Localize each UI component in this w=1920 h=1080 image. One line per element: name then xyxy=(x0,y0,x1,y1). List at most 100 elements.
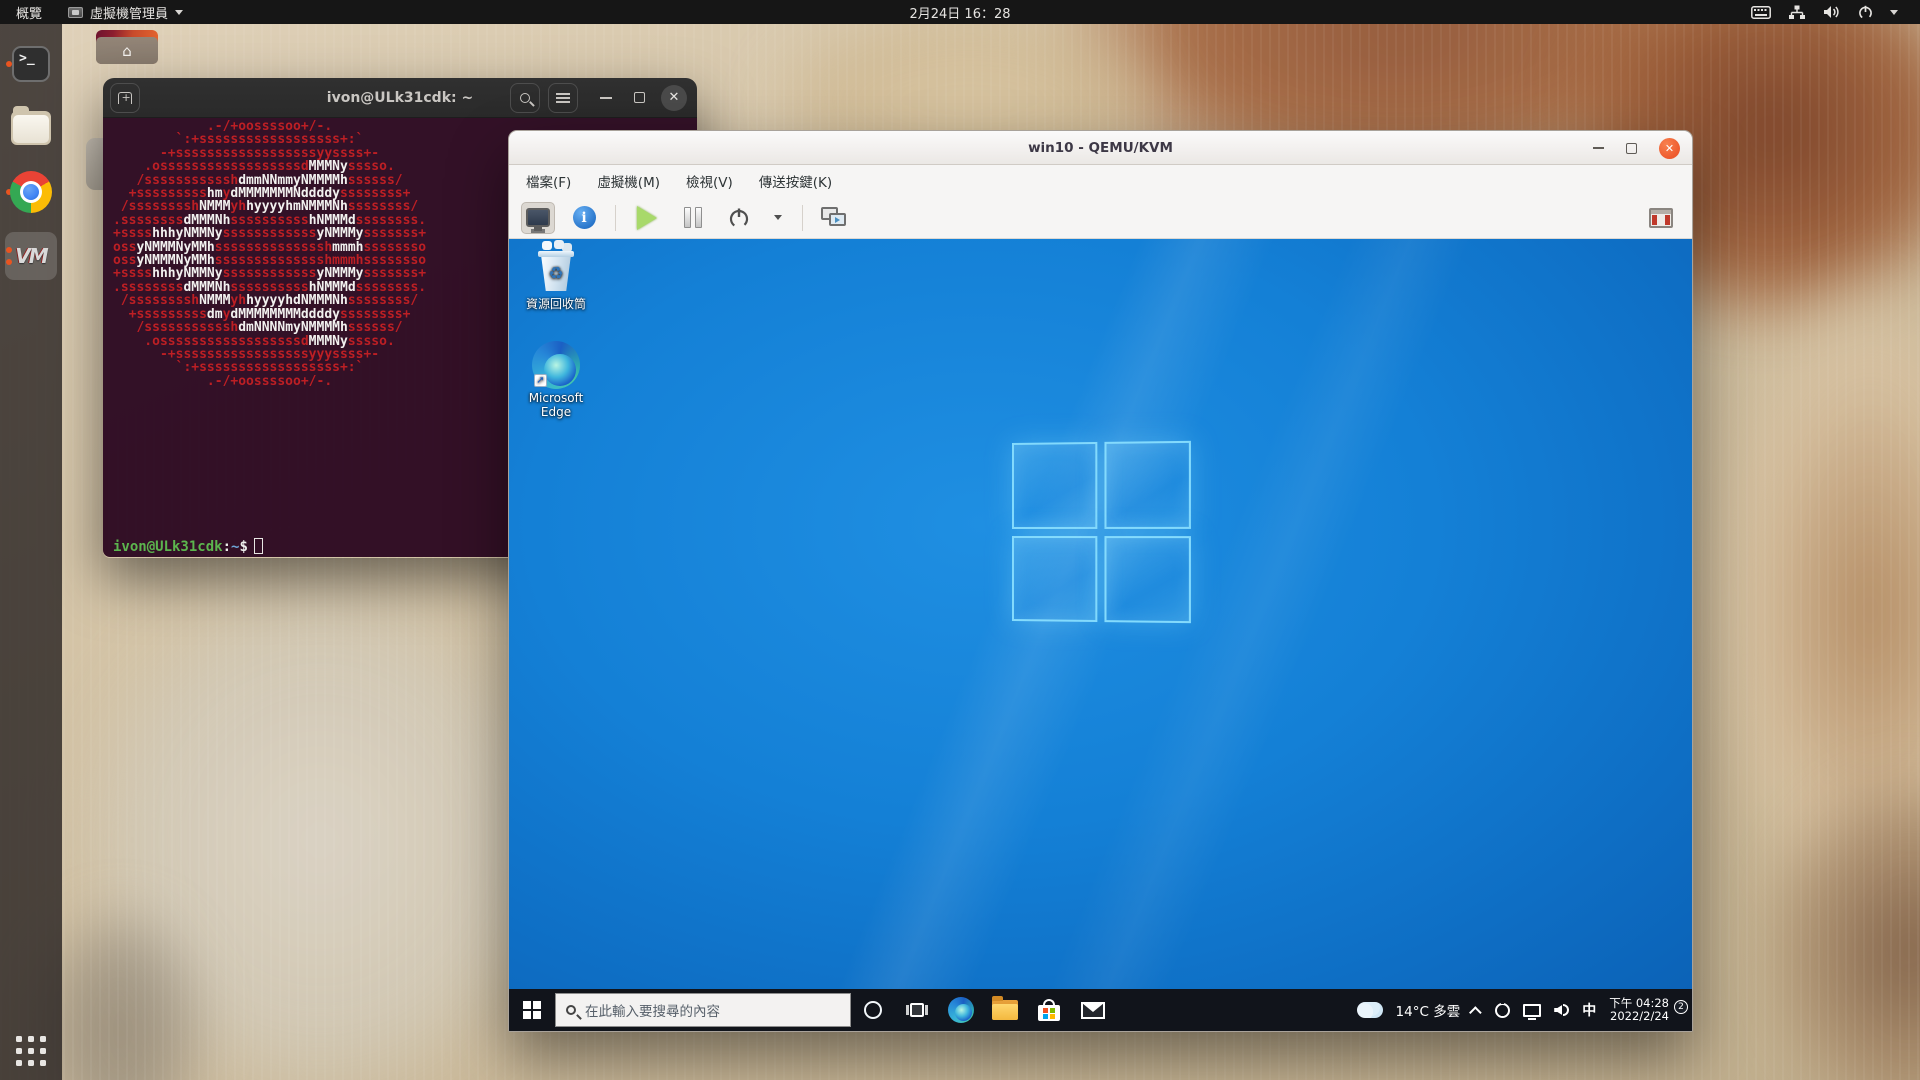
virt-manager-logo-icon: VM xyxy=(15,244,46,268)
network-icon[interactable] xyxy=(1788,5,1806,20)
home-folder-desktop-icon[interactable]: ⌂ xyxy=(96,30,158,64)
ubuntu-dock: >_ VM xyxy=(0,24,62,1080)
console-monitor-icon xyxy=(526,208,550,227)
toolbar-separator xyxy=(615,205,616,231)
power-icon[interactable] xyxy=(1858,5,1873,20)
taskbar-search-input[interactable]: 在此輸入要搜尋的內容 xyxy=(555,993,851,1027)
close-icon: ✕ xyxy=(1665,142,1674,155)
windows-taskbar: 在此輸入要搜尋的內容 14°C 多雲 中 下午 04:282022/2/24 xyxy=(509,989,1692,1031)
wallpaper-shape xyxy=(1700,260,1920,960)
minimize-button[interactable] xyxy=(600,97,612,99)
virt-manager-icon xyxy=(68,7,83,18)
ime-indicator[interactable]: 中 xyxy=(1582,1000,1596,1020)
qemu-titlebar[interactable]: win10 - QEMU/KVM ✕ xyxy=(509,131,1692,165)
task-view-button[interactable] xyxy=(895,989,939,1031)
volume-status-icon[interactable] xyxy=(1554,1004,1569,1016)
wallpaper-shape xyxy=(60,560,580,1080)
update-status-icon[interactable] xyxy=(1495,1003,1510,1018)
qemu-menu-item[interactable]: 虛擬機(M) xyxy=(597,171,660,191)
shutdown-menu-button[interactable] xyxy=(768,202,788,234)
dock-item-terminal[interactable]: >_ xyxy=(5,40,57,88)
vm-guest-display[interactable]: ♻ 資源回收筒 ➚ Microsoft Edge 在此輸入要搜尋 xyxy=(509,239,1692,1031)
recycle-bin-desktop-icon[interactable]: ♻ 資源回收筒 xyxy=(513,245,599,312)
fullscreen-icon xyxy=(1649,208,1673,228)
tray-chevron-down-icon[interactable] xyxy=(1890,10,1898,15)
edge-icon xyxy=(948,997,974,1023)
search-icon xyxy=(566,1005,576,1015)
pause-icon xyxy=(684,207,702,228)
file-explorer-button[interactable] xyxy=(983,989,1027,1031)
shutdown-vm-button[interactable] xyxy=(722,202,756,234)
wallpaper-shape xyxy=(1760,760,1920,1080)
search-button[interactable] xyxy=(510,83,540,113)
weather-cloud-icon[interactable] xyxy=(1357,1002,1383,1018)
windows-logo xyxy=(1012,441,1191,623)
maximize-button[interactable] xyxy=(1626,143,1637,154)
dock-item-chrome[interactable] xyxy=(5,168,57,216)
task-view-icon xyxy=(906,1002,928,1018)
qemu-menu-item[interactable]: 檔案(F) xyxy=(526,171,571,191)
show-details-button[interactable]: i xyxy=(567,202,601,234)
power-icon xyxy=(728,207,750,229)
edge-label-line1: Microsoft xyxy=(513,391,599,405)
info-icon: i xyxy=(573,206,596,229)
home-icon-glyph: ⌂ xyxy=(96,37,158,64)
pause-vm-button[interactable] xyxy=(676,202,710,234)
minimize-button[interactable] xyxy=(1593,147,1604,149)
taskbar-clock[interactable]: 下午 04:282022/2/24 xyxy=(1609,997,1669,1024)
close-icon: ✕ xyxy=(669,90,680,105)
search-icon xyxy=(520,93,530,103)
network-status-icon[interactable] xyxy=(1523,1004,1541,1017)
volume-icon[interactable] xyxy=(1823,5,1841,19)
virtual-displays-button[interactable] xyxy=(817,202,851,234)
terminal-cursor xyxy=(254,538,263,554)
search-placeholder: 在此輸入要搜尋的內容 xyxy=(585,1000,720,1020)
weather-text[interactable]: 14°C 多雲 xyxy=(1396,1000,1461,1020)
terminal-titlebar[interactable]: ivon@ULk31cdk: ~ ✕ xyxy=(103,78,697,118)
terminal-title: ivon@ULk31cdk: ~ xyxy=(327,90,473,106)
edge-desktop-icon[interactable]: ➚ Microsoft Edge xyxy=(513,341,599,419)
app-menu-button[interactable]: 虛擬機管理員 xyxy=(58,0,193,24)
notification-badge: 2 xyxy=(1674,1000,1688,1014)
qemu-menu-item[interactable]: 傳送按鍵(K) xyxy=(759,171,832,191)
play-icon xyxy=(637,206,657,230)
shell-prompt: ivon@ULk31cdk:~$ xyxy=(113,538,263,554)
start-button[interactable] xyxy=(509,989,555,1031)
new-tab-button[interactable] xyxy=(110,83,140,113)
qemu-toolbar: i xyxy=(509,197,1692,239)
store-icon xyxy=(1038,999,1060,1021)
chrome-icon xyxy=(10,171,52,213)
wallpaper-light-beams xyxy=(509,239,1692,1031)
close-button[interactable]: ✕ xyxy=(1659,138,1680,159)
clock-menu[interactable]: 2月24日 16：28 xyxy=(909,0,1010,24)
qemu-window-title: win10 - QEMU/KVM xyxy=(1028,140,1173,156)
files-icon xyxy=(11,111,51,145)
cortana-button[interactable] xyxy=(851,989,895,1031)
screen: 概覽 虛擬機管理員 2月24日 16：28 >_ xyxy=(0,0,1920,1080)
menu-button[interactable] xyxy=(548,83,578,113)
dock-item-files[interactable] xyxy=(5,104,57,152)
shortcut-arrow-icon: ➚ xyxy=(534,374,547,387)
toolbar-separator xyxy=(802,205,803,231)
close-button[interactable]: ✕ xyxy=(661,85,687,111)
file-explorer-icon xyxy=(992,1000,1018,1020)
dock-item-virt-manager[interactable]: VM xyxy=(5,232,57,280)
show-console-button[interactable] xyxy=(521,202,555,234)
maximize-button[interactable] xyxy=(634,92,645,103)
run-vm-button[interactable] xyxy=(630,202,664,234)
fullscreen-button[interactable] xyxy=(1644,202,1678,234)
taskbar-edge-button[interactable] xyxy=(939,989,983,1031)
mail-button[interactable] xyxy=(1071,989,1115,1031)
new-tab-icon xyxy=(118,92,132,104)
hamburger-icon xyxy=(556,93,570,103)
qemu-menubar: 檔案(F) 虛擬機(M) 檢視(V) 傳送按鍵(K) xyxy=(509,165,1692,197)
recycle-bin-label: 資源回收筒 xyxy=(513,295,599,312)
show-applications-button[interactable] xyxy=(16,1036,46,1066)
edge-label-line2: Edge xyxy=(513,405,599,419)
keyboard-icon[interactable] xyxy=(1751,6,1771,19)
recycle-bin-icon: ♻ xyxy=(536,245,576,291)
microsoft-store-button[interactable] xyxy=(1027,989,1071,1031)
qemu-menu-item[interactable]: 檢視(V) xyxy=(686,171,733,191)
show-hidden-icons-chevron[interactable] xyxy=(1469,1006,1482,1019)
activities-button[interactable]: 概覽 xyxy=(0,0,58,24)
